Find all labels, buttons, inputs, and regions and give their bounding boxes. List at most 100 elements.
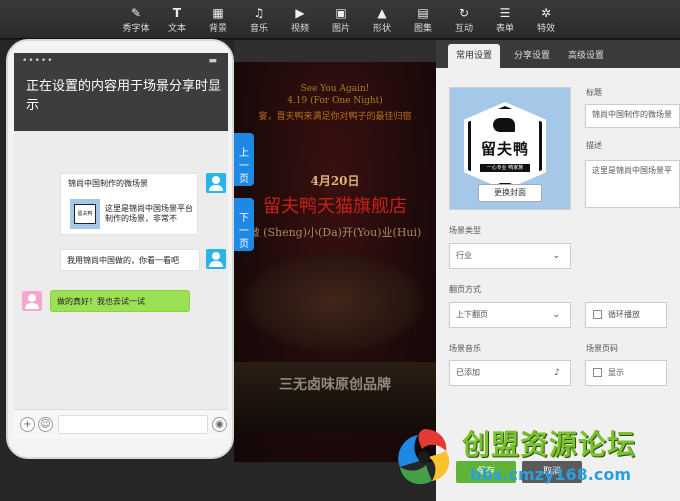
avatar-blue-2 xyxy=(206,249,226,269)
music-value: 已添加 xyxy=(456,368,480,377)
chevron-down-icon: ⌄ xyxy=(552,251,560,261)
watermark-title: 创盟资源论坛 xyxy=(462,428,637,461)
prev-page-button[interactable]: 上一页 xyxy=(234,133,254,186)
change-cover-button[interactable]: 更换封面 xyxy=(478,184,542,202)
share-card[interactable]: 锦尚中国制作的微场景 留夫鸭 这里是锦尚中国场景平台制作的场景，非常不 xyxy=(60,173,198,235)
tool-font-label: 秀字体 xyxy=(122,24,150,34)
phone-header: ••••• ▬ 正在设置的内容用于场景分享时显示 xyxy=(14,53,228,131)
title-input[interactable]: 锦尚中国制作的微场景 xyxy=(585,104,680,128)
text-icon: T xyxy=(172,6,182,20)
scene-line2: 4.19 (For One Night) xyxy=(287,96,383,106)
logo-text: 留夫鸭 xyxy=(480,140,529,158)
share-card-title: 锦尚中国制作的微场景 xyxy=(68,179,148,188)
duck-icon xyxy=(493,118,515,132)
scene-preview: See You Again! 4.19 (For One Night) 宴，晋夫… xyxy=(234,62,436,462)
tool-music[interactable]: ♫ 音乐 xyxy=(237,5,281,37)
prev-page-label: 上一页 xyxy=(239,148,249,185)
food-image xyxy=(244,252,424,352)
share-card-desc: 这里是锦尚中国场景平台制作的场景，非常不 xyxy=(105,204,193,223)
show-label: 显示 xyxy=(608,368,624,377)
scene-headline: 留夫鸭天猫旗舰店 xyxy=(263,196,407,217)
tool-text-label: 文本 xyxy=(167,24,186,34)
next-page-label: 下一页 xyxy=(239,213,249,250)
flip-label: 翻页方式 xyxy=(449,285,481,294)
checkbox-icon xyxy=(593,310,602,319)
phone-title: 正在设置的内容用于场景分享时显示 xyxy=(26,79,222,113)
chat-input-bar: + ☺ ◉ xyxy=(14,409,228,439)
music-field[interactable]: 已添加 ♪ xyxy=(449,360,571,386)
brush-icon: ✎ xyxy=(130,6,142,20)
tool-shape[interactable]: ▲ 形状 xyxy=(360,5,404,37)
scene-subline: 微 (Sheng)小(Da)开(You)业(Hui) xyxy=(248,226,422,239)
tab-common-settings[interactable]: 常用设置 xyxy=(448,44,501,68)
chevron-down-icon: ⌄ xyxy=(552,310,560,320)
duck-logo-icon: 留夫鸭 xyxy=(74,204,96,224)
scene-type-value: 行业 xyxy=(456,251,472,260)
tab-advanced-settings[interactable]: 高级设置 xyxy=(560,44,612,68)
shape-icon: ▲ xyxy=(377,6,387,20)
tool-shape-label: 形状 xyxy=(372,24,391,34)
tool-effects[interactable]: ✲ 特效 xyxy=(524,5,568,37)
next-page-button[interactable]: 下一页 xyxy=(234,198,254,251)
image-icon: ▣ xyxy=(335,6,347,20)
desc-textarea[interactable]: 这里是锦尚中国场景平 xyxy=(585,160,680,208)
tool-background-label: 背景 xyxy=(208,24,227,34)
interaction-icon: ↻ xyxy=(458,6,470,20)
tool-font[interactable]: ✎ 秀字体 xyxy=(114,5,158,37)
reply-bubble-1: 我用锦尚中国做的，你看一看吧 xyxy=(60,249,200,271)
tool-form[interactable]: ☰ 表单 xyxy=(483,5,527,37)
pagecode-label: 场景页码 xyxy=(586,344,618,353)
form-icon: ☰ xyxy=(499,6,511,20)
share-card-thumb: 留夫鸭 xyxy=(70,199,100,229)
scene-date: 4月20日 xyxy=(310,174,360,188)
logo-subtitle: 一心专业 鸭家族 xyxy=(480,164,530,172)
tool-image-label: 图片 xyxy=(331,24,350,34)
signal-icon: ••••• xyxy=(22,56,54,66)
tool-form-label: 表单 xyxy=(495,24,514,34)
title-label: 标题 xyxy=(586,88,602,97)
tool-interaction-label: 互动 xyxy=(454,24,473,34)
chat-area: 锦尚中国制作的微场景 留夫鸭 这里是锦尚中国场景平台制作的场景，非常不 我用锦尚… xyxy=(14,131,228,411)
settings-tabs: 常用设置 分享设置 高级设置 xyxy=(436,40,680,68)
tool-music-label: 音乐 xyxy=(249,24,268,34)
watermark: 创盟资源论坛 bbs.cmzy168.com xyxy=(380,415,680,501)
scene-bottom-title: 三无卤味原创品牌 xyxy=(279,377,391,393)
music-note-icon: ♪ xyxy=(554,368,560,378)
voice-icon[interactable]: ◉ xyxy=(212,417,227,432)
avatar-blue xyxy=(206,173,226,193)
phone-share-preview: ••••• ▬ 正在设置的内容用于场景分享时显示 锦尚中国制作的微场景 留夫鸭 … xyxy=(6,39,234,459)
video-icon: ▶ xyxy=(295,6,305,20)
show-pagecode-checkbox[interactable]: 显示 xyxy=(585,360,667,386)
scene-type-select[interactable]: 行业 ⌄ xyxy=(449,243,571,269)
loop-label: 循环播放 xyxy=(608,310,640,319)
chat-text-input[interactable] xyxy=(58,415,208,434)
watermark-logo-icon xyxy=(398,429,450,485)
loop-checkbox[interactable]: 循环播放 xyxy=(585,302,667,328)
background-grid-icon: ▦ xyxy=(212,6,224,20)
emoji-icon[interactable]: ☺ xyxy=(38,417,53,432)
cover-image: 留夫鸭 一心专业 鸭家族 更换封面 xyxy=(449,87,571,210)
battery-icon: ▬ xyxy=(208,56,218,66)
tool-gallery-label: 图集 xyxy=(413,24,432,34)
scene-header-band xyxy=(234,40,436,62)
avatar-pink xyxy=(22,291,42,311)
music-label: 场景音乐 xyxy=(449,344,481,353)
effects-icon: ✲ xyxy=(540,6,552,20)
flip-mode-select[interactable]: 上下翻页 ⌄ xyxy=(449,302,571,328)
tool-video[interactable]: ▶ 视频 xyxy=(278,5,322,37)
tool-background[interactable]: ▦ 背景 xyxy=(196,5,240,37)
tool-text[interactable]: T 文本 xyxy=(155,5,199,37)
top-toolbar: ✎ 秀字体 T 文本 ▦ 背景 ♫ 音乐 ▶ 视频 ▣ 图片 ▲ 形状 ▤ 图集 ↻ 互动 ☰ 表单… xyxy=(0,0,680,39)
gallery-icon: ▤ xyxy=(417,6,429,20)
music-icon: ♫ xyxy=(253,6,265,20)
plus-icon[interactable]: + xyxy=(20,417,35,432)
scene-line1: See You Again! xyxy=(300,84,370,94)
watermark-url: bbs.cmzy168.com xyxy=(470,465,632,484)
tool-image[interactable]: ▣ 图片 xyxy=(319,5,363,37)
tool-interaction[interactable]: ↻ 互动 xyxy=(442,5,486,37)
scene-type-label: 场景类型 xyxy=(449,226,481,235)
tab-share-settings[interactable]: 分享设置 xyxy=(506,44,558,68)
checkbox-icon xyxy=(593,368,602,377)
tool-gallery[interactable]: ▤ 图集 xyxy=(401,5,445,37)
desc-label: 描述 xyxy=(586,141,602,150)
